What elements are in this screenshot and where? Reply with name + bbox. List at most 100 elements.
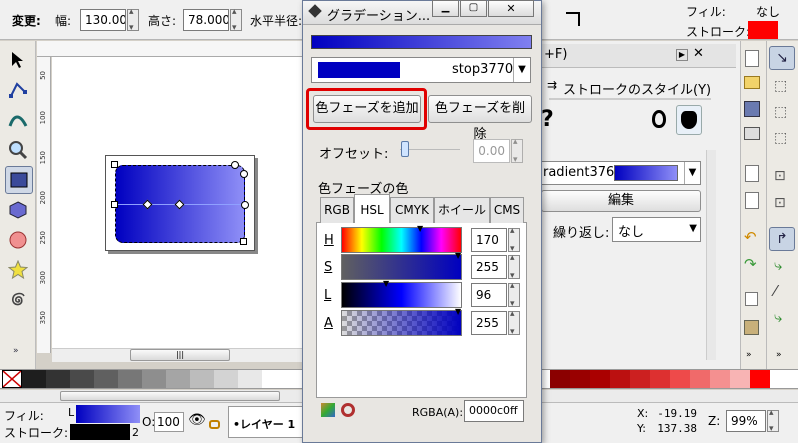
layer-lock-icon[interactable] — [209, 420, 220, 429]
edit-gradient-button[interactable]: 編集 — [541, 190, 701, 212]
unset-paint-icon[interactable]: ? — [541, 107, 554, 132]
palette-swatch[interactable] — [630, 370, 650, 388]
new-doc-icon[interactable] — [745, 50, 759, 67]
height-spinner[interactable] — [230, 7, 242, 33]
stroke-style-tab[interactable]: ストロークのスタイル(Y) — [549, 79, 712, 100]
panel-close-icon[interactable]: ✕ — [693, 46, 704, 61]
channel-h-spinner[interactable] — [508, 226, 520, 254]
channel-a-spinner[interactable] — [508, 309, 520, 337]
tab-cmyk[interactable]: CMYK — [390, 197, 434, 223]
tab-hsl[interactable]: HSL — [354, 194, 390, 223]
layer-select[interactable]: •レイヤー 1 — [228, 406, 304, 438]
repeat-select[interactable]: なし ▼ — [612, 217, 701, 242]
offset-slider-track[interactable] — [400, 149, 460, 150]
channel-h-input[interactable]: 170 — [471, 228, 507, 252]
snap-path-icon[interactable]: ⤷ — [774, 256, 782, 274]
save-icon[interactable] — [744, 101, 760, 117]
open-folder-icon[interactable] — [744, 76, 760, 89]
stop-dropdown-icon[interactable]: ▼ — [513, 58, 530, 82]
snap-intersect-icon[interactable]: ⁄ — [774, 282, 777, 300]
ellipse-tool-icon[interactable] — [6, 228, 30, 252]
snap-corner-icon[interactable]: ⬚ — [774, 130, 787, 146]
rgba-input[interactable]: 0000c0ff — [464, 400, 524, 422]
toolbox-more-icon[interactable]: » — [13, 346, 19, 356]
zoom-tool-icon[interactable] — [6, 138, 30, 162]
resize-handle-tl[interactable] — [111, 161, 118, 168]
gradient-stop-end[interactable] — [241, 201, 249, 209]
snap-bbox-icon[interactable]: ⬚ — [774, 78, 787, 94]
round-handle-tr[interactable] — [231, 161, 239, 169]
palette-swatch[interactable] — [238, 370, 262, 388]
channel-a-input[interactable]: 255 — [471, 311, 507, 335]
dialog-minimize-button[interactable]: ▁ — [432, 0, 459, 17]
dialog-close-button[interactable]: ✕ — [488, 0, 534, 17]
spiral-tool-icon[interactable] — [6, 288, 30, 312]
color-managed-icon[interactable] — [321, 403, 335, 417]
status-stroke-swatch[interactable] — [70, 424, 130, 440]
canvas-hscroll-thumb[interactable]: ||| — [130, 349, 230, 361]
palette-swatch[interactable] — [590, 370, 610, 388]
channel-l-spinner[interactable] — [508, 281, 520, 309]
snap-nodes-icon[interactable]: ↱ — [769, 227, 795, 251]
gradient-stop-start[interactable] — [111, 201, 118, 208]
palette-swatch[interactable] — [70, 370, 94, 388]
snap-center-icon[interactable]: ⊡ — [774, 195, 786, 211]
tab-rgb[interactable]: RGB — [320, 197, 354, 223]
palette-swatch[interactable] — [650, 370, 670, 388]
out-of-gamut-icon[interactable] — [341, 403, 355, 417]
palette-scroll-thumb[interactable] — [60, 391, 280, 401]
export-icon[interactable] — [745, 192, 759, 209]
star-tool-icon[interactable] — [6, 258, 30, 282]
add-stop-button[interactable]: 色フェーズを追加 — [313, 95, 421, 123]
channel-h-slider[interactable] — [341, 227, 462, 253]
palette-swatch[interactable] — [46, 370, 70, 388]
redo-icon[interactable]: ↷ — [744, 255, 757, 273]
snap-mid-icon[interactable]: ⊡ — [774, 168, 786, 184]
no-paint-swatch[interactable] — [2, 370, 22, 388]
snap-more-icon[interactable]: » — [776, 350, 782, 360]
palette-swatch[interactable] — [214, 370, 238, 388]
stroke-swatch-top[interactable] — [748, 21, 778, 39]
palette-swatch[interactable] — [262, 370, 286, 388]
palette-swatch[interactable] — [670, 370, 690, 388]
offset-input[interactable]: 0.00 — [473, 139, 510, 163]
print-icon[interactable] — [744, 127, 760, 140]
palette-swatch[interactable] — [142, 370, 166, 388]
palette-swatch[interactable] — [690, 370, 710, 388]
gradient-dropdown-icon[interactable]: ▼ — [684, 162, 700, 184]
offset-slider-thumb[interactable] — [401, 141, 409, 157]
palette-swatch[interactable] — [550, 370, 570, 388]
dialog-maximize-button[interactable]: ▢ — [460, 0, 487, 17]
palette-swatch[interactable] — [710, 370, 730, 388]
copy-icon[interactable] — [745, 292, 758, 306]
channel-l-input[interactable]: 96 — [471, 283, 507, 307]
status-opacity-input[interactable]: 100 — [154, 412, 184, 432]
snap-smooth-icon[interactable]: ⤷ — [774, 308, 782, 326]
palette-swatch[interactable] — [750, 370, 770, 388]
channel-s-input[interactable]: 255 — [471, 255, 507, 279]
zoom-input[interactable]: 99% — [726, 410, 766, 432]
rect-tool-icon[interactable] — [5, 166, 33, 194]
palette-swatch[interactable] — [570, 370, 590, 388]
3dbox-tool-icon[interactable] — [6, 198, 30, 222]
height-input[interactable]: 78.000 — [183, 9, 229, 31]
palette-swatch[interactable] — [730, 370, 750, 388]
tweak-tool-icon[interactable] — [6, 108, 30, 132]
status-fill-swatch[interactable] — [76, 405, 140, 423]
round-handle-r[interactable] — [240, 170, 248, 178]
palette-swatch[interactable] — [166, 370, 190, 388]
snap-toggle-icon[interactable]: ↘ — [769, 46, 795, 70]
palette-swatch[interactable] — [610, 370, 630, 388]
snap-edge-icon[interactable]: ⬚ — [774, 104, 787, 120]
offset-spinner[interactable] — [511, 137, 523, 165]
tab-wheel[interactable]: ホイール — [434, 197, 490, 223]
command-more-icon[interactable]: » — [746, 350, 752, 360]
remove-stop-button[interactable]: 色フェーズを削除 — [428, 95, 532, 142]
palette-swatch[interactable] — [190, 370, 214, 388]
selector-tool-icon[interactable] — [6, 48, 30, 72]
visibility-eye-icon[interactable]: 👁 — [188, 412, 206, 428]
panel-play-icon[interactable]: ▶ — [676, 49, 688, 61]
channel-l-slider[interactable] — [341, 282, 462, 308]
palette-swatch[interactable] — [22, 370, 46, 388]
node-tool-icon[interactable] — [6, 78, 30, 102]
